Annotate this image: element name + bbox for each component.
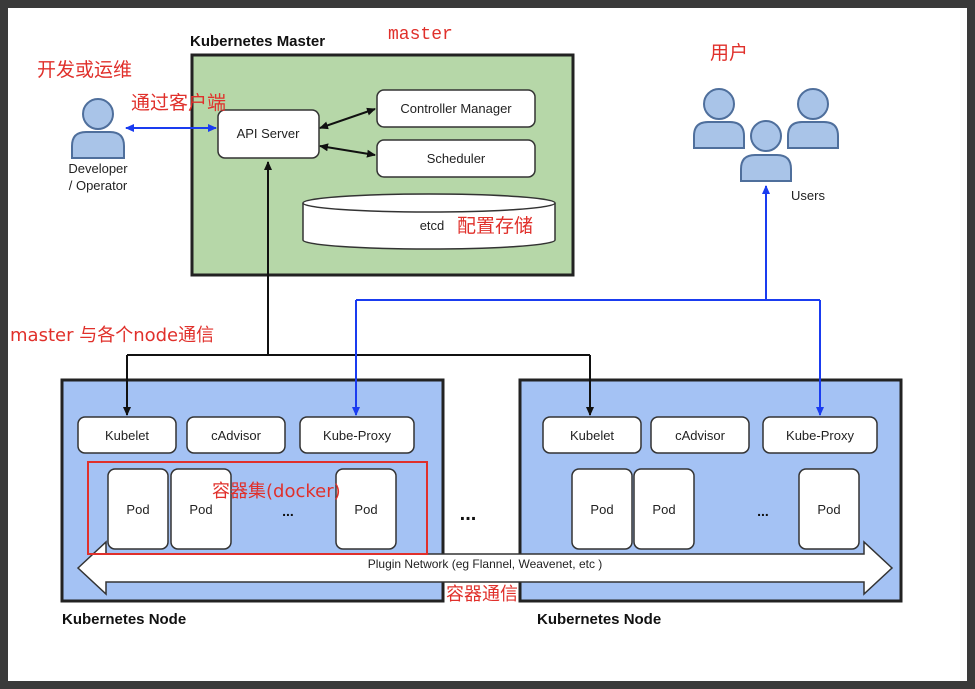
annotation-container-comm: 容器通信: [446, 584, 518, 605]
node1-pod-3-label: Pod: [354, 502, 377, 517]
annotation-container-set: 容器集(docker): [212, 481, 341, 502]
node2-pod-2-label: Pod: [652, 502, 675, 517]
master-title: Kubernetes Master: [190, 33, 325, 50]
developer-label-line2: / Operator: [69, 178, 128, 193]
node1-cadvisor-label: cAdvisor: [211, 428, 262, 443]
node2-title: Kubernetes Node: [537, 611, 661, 628]
node2-kubelet-label: Kubelet: [570, 428, 614, 443]
annotation-master-node-comm: master 与各个node通信: [10, 325, 214, 346]
node2-pod-3-label: Pod: [817, 502, 840, 517]
api-server-label: API Server: [237, 126, 301, 141]
users-label: Users: [791, 188, 825, 203]
etcd-label: etcd: [420, 218, 445, 233]
node1-kubelet-label: Kubelet: [105, 428, 149, 443]
node2-kubeproxy-label: Kube-Proxy: [786, 428, 854, 443]
node1-pod-2-label: Pod: [189, 502, 212, 517]
node2-cadvisor-label: cAdvisor: [675, 428, 726, 443]
annotation-config-storage: 配置存储: [457, 215, 533, 237]
scheduler-label: Scheduler: [427, 151, 486, 166]
between-nodes-ellipsis: ...: [460, 503, 477, 525]
developer-label-line1: Developer: [68, 161, 128, 176]
annotation-via-client: 通过客户端: [131, 92, 226, 114]
node1-pod-1-label: Pod: [126, 502, 149, 517]
plugin-network-label: Plugin Network (eg Flannel, Weavenet, et…: [368, 557, 603, 571]
node1-pod-ellipsis: ...: [282, 503, 294, 519]
node2-pod-1-label: Pod: [590, 502, 613, 517]
node2-pod-ellipsis: ...: [757, 503, 769, 519]
node1-title: Kubernetes Node: [62, 611, 186, 628]
annotation-dev-ops: 开发或运维: [37, 59, 132, 81]
annotation-users-cn: 用户: [710, 42, 748, 64]
developer-icon: [71, 98, 125, 159]
users-icon: [693, 88, 839, 182]
node1-kubeproxy-label: Kube-Proxy: [323, 428, 391, 443]
architecture-diagram: Kubernetes Master API Server Controller …: [10, 25, 903, 628]
annotation-master: master: [388, 25, 453, 45]
controller-manager-label: Controller Manager: [400, 101, 512, 116]
